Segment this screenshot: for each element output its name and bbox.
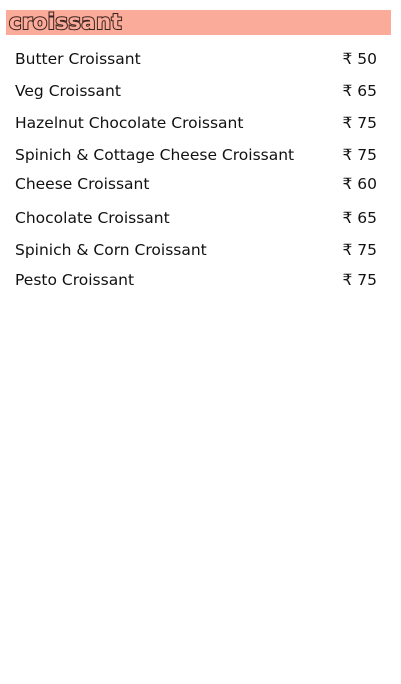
- menu-item-price: ₹ 60: [342, 175, 377, 193]
- menu-item: Spinich & Cottage Cheese Croissant ₹ 75: [15, 143, 377, 167]
- menu-item-price: ₹ 75: [342, 114, 377, 132]
- menu-item-name: Cheese Croissant: [15, 175, 150, 193]
- menu-item: Butter Croissant ₹ 50: [15, 47, 377, 71]
- menu-item-name: Spinich & Cottage Cheese Croissant: [15, 146, 295, 164]
- menu-item: Chocolate Croissant ₹ 65: [15, 206, 377, 230]
- menu-item: Hazelnut Chocolate Croissant ₹ 75: [15, 111, 377, 135]
- menu-item: Pesto Croissant ₹ 75: [15, 268, 377, 292]
- menu-item: Veg Croissant ₹ 65: [15, 79, 377, 103]
- menu-item-name: Veg Croissant: [15, 82, 121, 100]
- menu-item-name: Pesto Croissant: [15, 271, 135, 289]
- menu-item-name: Spinich & Corn Croissant: [15, 241, 207, 259]
- menu-item-price: ₹ 65: [342, 82, 377, 100]
- menu-item-name: Butter Croissant: [15, 50, 141, 68]
- menu-item-name: Chocolate Croissant: [15, 209, 170, 227]
- menu-item-price: ₹ 75: [342, 146, 377, 164]
- menu-item: Spinich & Corn Croissant ₹ 75: [15, 238, 377, 262]
- menu-item: Cheese Croissant ₹ 60: [15, 172, 377, 196]
- menu-item-name: Hazelnut Chocolate Croissant: [15, 114, 244, 132]
- menu-item-price: ₹ 75: [342, 241, 377, 259]
- menu-item-price: ₹ 50: [342, 50, 377, 68]
- section-title: croissant: [8, 9, 123, 35]
- menu-item-price: ₹ 75: [342, 271, 377, 289]
- menu-item-price: ₹ 65: [342, 209, 377, 227]
